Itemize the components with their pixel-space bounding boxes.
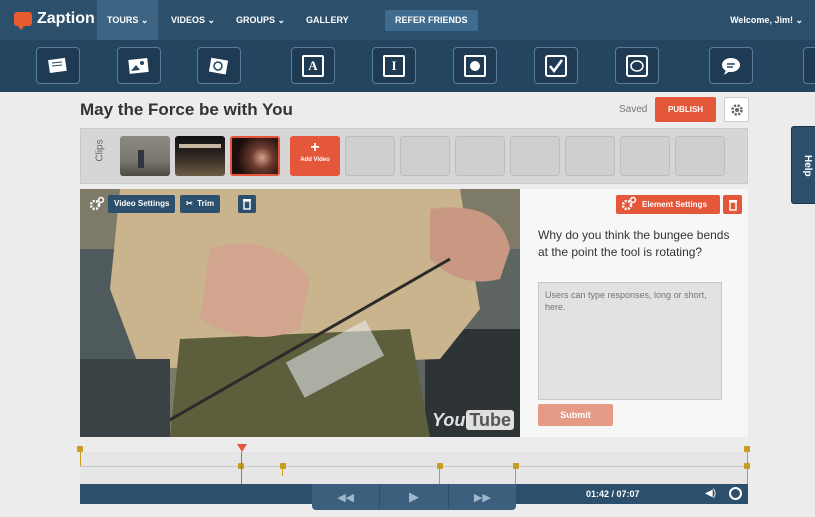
answer-a-tool[interactable]: A: [291, 47, 335, 84]
clip-thumbnail-1[interactable]: [120, 136, 170, 176]
timeline[interactable]: [77, 444, 750, 484]
logo-icon: [14, 12, 32, 30]
app-logo[interactable]: Zaption: [14, 10, 95, 30]
top-nav: Zaption TOURS ⌄ VIDEOS ⌄ GROUPS ⌄ GALLER…: [0, 0, 815, 40]
forward-icon: ▶▶: [473, 491, 491, 504]
trash-icon: [243, 199, 251, 210]
rewind-icon: ◀◀: [337, 491, 355, 504]
timeline-marker[interactable]: [280, 463, 286, 469]
play-icon: ▶: [408, 489, 419, 504]
nav-gallery[interactable]: GALLERY: [296, 0, 359, 40]
timeline-track: [80, 466, 748, 467]
save-status: Saved: [619, 104, 648, 115]
image-icon: [128, 57, 149, 74]
video-frame: [80, 189, 520, 437]
time-readout: 01:42 / 07:07: [586, 489, 640, 499]
timeline-marker[interactable]: [437, 463, 443, 469]
more-tools[interactable]: [803, 47, 815, 84]
clip-thumbnail-3-selected[interactable]: [230, 136, 280, 176]
video-settings-button[interactable]: Video Settings: [108, 195, 176, 213]
empty-clip-slot[interactable]: [565, 136, 615, 176]
playhead-handle[interactable]: [237, 444, 247, 452]
help-tab[interactable]: Help: [791, 126, 815, 204]
play-button[interactable]: ▶: [380, 484, 449, 510]
image-tool[interactable]: [117, 47, 161, 84]
question-panel: Element Settings Why do you think the bu…: [520, 189, 748, 437]
nav-tours[interactable]: TOURS ⌄: [97, 0, 159, 40]
timeline-marker[interactable]: [77, 446, 83, 452]
answer-i-icon: I: [383, 54, 405, 77]
nav-videos[interactable]: VIDEOS ⌄: [161, 0, 225, 40]
radio-tool[interactable]: [453, 47, 497, 84]
element-settings-gear-icon: [621, 196, 637, 211]
empty-clip-slot[interactable]: [675, 136, 725, 176]
answer-a-icon: A: [302, 54, 324, 77]
comment-icon: [722, 57, 740, 75]
trim-button[interactable]: ✂ Trim: [180, 195, 221, 213]
gear-icon: [730, 103, 743, 116]
rewind-button[interactable]: ◀◀: [312, 484, 381, 510]
delete-video-button[interactable]: [238, 195, 256, 213]
forward-button[interactable]: ▶▶: [449, 484, 516, 510]
submit-button[interactable]: Submit: [538, 404, 613, 426]
answer-i-tool[interactable]: I: [372, 47, 416, 84]
nav-groups[interactable]: GROUPS ⌄: [226, 0, 295, 40]
checkbox-icon: [545, 54, 567, 77]
playhead-line: [241, 452, 242, 484]
empty-clip-slot[interactable]: [620, 136, 670, 176]
publish-button[interactable]: PUBLISH: [655, 97, 716, 122]
element-toolbar: A I: [0, 40, 815, 92]
drawing-tool[interactable]: [197, 47, 241, 84]
response-textarea[interactable]: [538, 282, 722, 400]
question-text[interactable]: Why do you think the bungee bends at the…: [538, 227, 738, 261]
delete-element-button[interactable]: [723, 195, 742, 214]
plus-icon: +: [310, 139, 320, 156]
drawing-icon: [208, 57, 229, 74]
discussion-icon: [626, 54, 648, 77]
empty-clip-slot[interactable]: [400, 136, 450, 176]
trash-icon: [728, 199, 737, 211]
app-name: Zaption: [37, 10, 95, 27]
timeline-marker[interactable]: [744, 463, 750, 469]
tour-settings-button[interactable]: [724, 97, 749, 122]
text-card-icon: [48, 57, 67, 73]
clips-label: Clips: [94, 139, 106, 162]
youtube-watermark: You Tube: [432, 410, 514, 431]
tour-title[interactable]: May the Force be with You: [80, 100, 293, 120]
radio-icon: [464, 54, 486, 77]
comment-tool[interactable]: [709, 47, 753, 84]
player-controls: ◀◀ ▶ ▶▶ 01:42 / 07:07 ◀): [80, 484, 748, 510]
clips-strip: Clips + Add Video: [80, 128, 748, 184]
user-menu[interactable]: Welcome, Jim! ⌄: [730, 0, 803, 40]
text-card-tool[interactable]: [36, 47, 80, 84]
checkbox-tool[interactable]: [534, 47, 578, 84]
clip-thumbnail-2[interactable]: [175, 136, 225, 176]
refer-friends-button[interactable]: REFER FRIENDS: [385, 10, 478, 31]
add-video-button[interactable]: + Add Video: [290, 136, 340, 176]
video-player[interactable]: Video Settings ✂ Trim You Tube: [80, 189, 520, 437]
video-settings-gear-icon[interactable]: [88, 195, 106, 213]
replay-icon[interactable]: [729, 487, 742, 500]
empty-clip-slot[interactable]: [510, 136, 560, 176]
transport-controls: ◀◀ ▶ ▶▶: [312, 484, 516, 510]
scissors-icon: ✂: [186, 199, 193, 208]
empty-clip-slot[interactable]: [455, 136, 505, 176]
element-settings-button[interactable]: Element Settings: [616, 195, 720, 214]
volume-icon[interactable]: ◀): [705, 488, 716, 499]
discussion-tool[interactable]: [615, 47, 659, 84]
timeline-marker[interactable]: [513, 463, 519, 469]
empty-clip-slot[interactable]: [345, 136, 395, 176]
